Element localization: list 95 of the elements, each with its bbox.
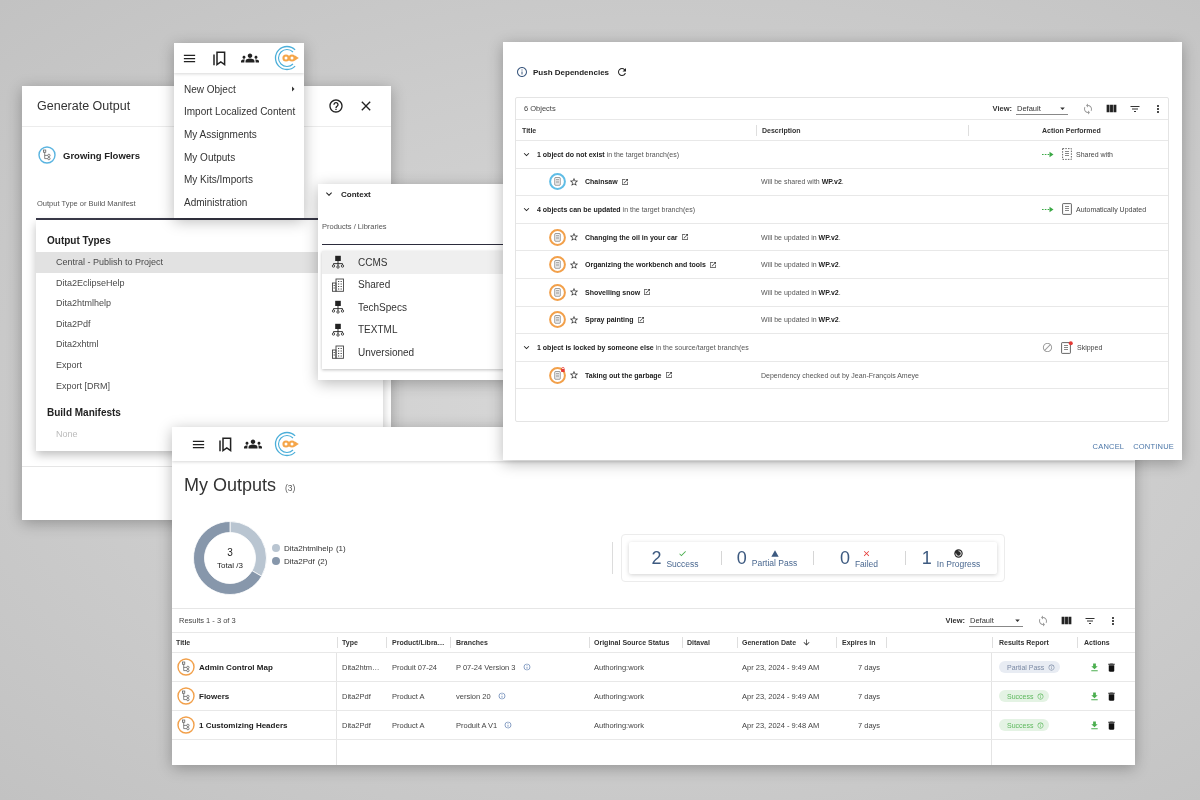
status-label: Success	[666, 559, 699, 569]
output-title[interactable]: Admin Control Map	[199, 662, 273, 672]
donut-total-label: Total /3	[217, 560, 243, 570]
external-link-icon[interactable]	[636, 315, 645, 324]
info-icon[interactable]	[504, 721, 513, 729]
star-icon[interactable]	[569, 259, 579, 270]
group-heading: Build Manifests	[47, 406, 121, 421]
legend-label: Dita2htmlhelp	[284, 543, 333, 553]
status-count: 0	[736, 548, 747, 568]
external-link-icon[interactable]	[708, 260, 717, 269]
network-icon	[331, 322, 345, 337]
star-icon[interactable]	[569, 370, 579, 381]
dropdown-option[interactable]: Export	[36, 354, 318, 376]
dropdown-option[interactable]: Dita2Pdf	[36, 313, 318, 335]
legend-label: Dita2Pdf	[284, 556, 315, 566]
map-icon	[38, 146, 56, 164]
external-link-icon[interactable]	[643, 288, 652, 297]
info-icon	[1037, 692, 1045, 700]
download-icon[interactable]	[1089, 719, 1100, 731]
sync-icon[interactable]	[1037, 614, 1049, 627]
status-count: 0	[839, 548, 850, 568]
arrow-icon	[1042, 206, 1054, 213]
dropdown-option[interactable]: Central - Publish to Project	[36, 252, 318, 273]
refresh-icon[interactable]	[616, 66, 629, 78]
external-link-icon[interactable]	[620, 177, 629, 186]
info-icon[interactable]	[522, 663, 531, 671]
star-icon[interactable]	[569, 176, 579, 187]
dropdown-option[interactable]: Export [DRM]	[36, 375, 318, 397]
status-count: 1	[921, 548, 932, 568]
panel-title: Context	[341, 189, 371, 199]
info-icon[interactable]	[497, 692, 506, 700]
star-icon[interactable]	[569, 287, 579, 298]
list-option[interactable]: Unversioned	[322, 341, 533, 364]
list-option[interactable]: TechSpecs	[322, 296, 533, 319]
page-title: My Outputs	[184, 474, 277, 497]
status-label: Partial Pass	[751, 558, 798, 568]
map-icon	[177, 716, 195, 734]
download-icon[interactable]	[1089, 690, 1100, 702]
list-option[interactable]: TEXTML	[322, 318, 533, 341]
menu-item[interactable]: My Kits/Imports	[174, 168, 304, 191]
document-icon	[1062, 203, 1072, 216]
menu-item[interactable]: My Assignments	[174, 123, 304, 146]
info-icon	[1048, 663, 1056, 671]
status-label: In Progress	[936, 559, 981, 569]
map-icon	[177, 658, 195, 676]
sort-arrow-icon	[802, 638, 812, 647]
info-icon	[1037, 721, 1045, 729]
legend-count: (1)	[335, 543, 346, 553]
cross-icon	[862, 549, 871, 558]
map-icon	[177, 687, 195, 705]
dashed-document-icon	[1062, 148, 1072, 161]
menu-item[interactable]: Import Localized Content	[174, 100, 304, 124]
download-icon[interactable]	[1089, 661, 1100, 673]
legend-count: (2)	[317, 556, 328, 566]
columns-icon[interactable]	[1060, 614, 1073, 627]
item-title: Growing Flowers	[63, 149, 141, 161]
arrow-icon	[1042, 150, 1054, 158]
network-icon	[331, 300, 345, 315]
menu-item[interactable]: Administration	[174, 190, 304, 214]
dropdown-option[interactable]: Dita2EclipseHelp	[36, 272, 318, 294]
bookmarks-icon[interactable]	[218, 436, 232, 452]
external-link-icon[interactable]	[664, 371, 673, 380]
menu-item[interactable]: My Outputs	[174, 145, 304, 169]
output-title[interactable]: Flowers	[199, 691, 230, 701]
status-label: Failed	[854, 559, 879, 569]
external-link-icon[interactable]	[680, 233, 689, 242]
delete-icon[interactable]	[1106, 690, 1117, 702]
help-icon[interactable]	[328, 98, 344, 114]
delete-icon[interactable]	[1106, 661, 1117, 673]
dropdown-option[interactable]: Dita2xhtml	[36, 334, 318, 355]
menu-item[interactable]: New Object	[174, 78, 304, 101]
dropdown-option[interactable]: Dita2htmlhelp	[36, 293, 318, 314]
output-count: (3)	[285, 483, 296, 493]
status-count: 2	[651, 548, 662, 568]
building-icon	[331, 345, 345, 360]
sync-icon[interactable]	[1082, 102, 1094, 115]
document-icon	[1061, 340, 1073, 354]
columns-icon[interactable]	[1105, 102, 1118, 115]
progress-icon	[954, 549, 963, 558]
check-icon	[678, 549, 687, 558]
star-icon[interactable]	[569, 314, 579, 325]
delete-icon[interactable]	[1106, 719, 1117, 731]
dialog-title: Generate Output	[37, 99, 131, 113]
blocked-icon	[1042, 341, 1053, 353]
list-option[interactable]: Shared	[322, 273, 533, 296]
donut-total-value: 3	[227, 546, 233, 558]
building-icon	[331, 277, 345, 292]
network-icon	[331, 255, 345, 270]
triangle-icon	[770, 550, 779, 557]
star-icon[interactable]	[569, 232, 579, 243]
dialog-title: Push Dependencies	[533, 67, 610, 77]
output-title[interactable]: 1 Customizing Headers	[199, 720, 288, 730]
info-icon	[516, 66, 528, 78]
bookmarks-icon[interactable]	[212, 50, 226, 66]
group-heading: Output Types	[47, 234, 111, 248]
